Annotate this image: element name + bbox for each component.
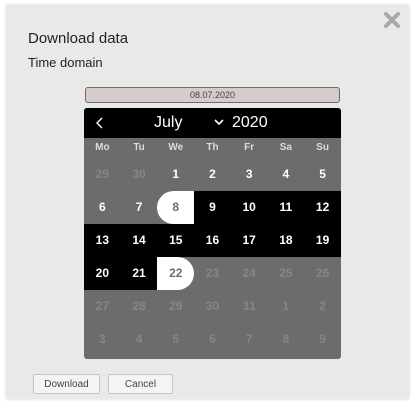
calendar-day[interactable]: 15 xyxy=(157,224,194,257)
chevron-down-icon[interactable] xyxy=(214,118,224,126)
calendar-week-row: 29 30 1 2 3 4 5 xyxy=(84,158,341,191)
calendar-week-row: 3456789 xyxy=(84,323,341,356)
calendar-day[interactable]: 1 xyxy=(157,158,194,191)
calendar-day[interactable]: 29 xyxy=(157,290,194,323)
calendar-day[interactable]: 3 xyxy=(84,323,121,356)
download-button[interactable]: Download xyxy=(33,374,100,394)
calendar-day[interactable]: 26 xyxy=(304,257,341,290)
calendar-day[interactable]: 4 xyxy=(268,158,305,191)
calendar-header: July 2020 xyxy=(84,108,341,138)
calendar-day[interactable]: 16 xyxy=(194,224,231,257)
calendar-week-row: 20 21 22 23 24 25 26 xyxy=(84,257,341,290)
weekday-label: Sa xyxy=(279,142,292,153)
calendar-day[interactable]: 10 xyxy=(231,191,268,224)
calendar-day[interactable]: 2 xyxy=(194,158,231,191)
download-dialog: Download data Time domain July 2020 Mo T… xyxy=(6,5,409,399)
weekday-header: Mo Tu We Th Fr Sa Su xyxy=(84,138,341,158)
calendar-day[interactable]: 24 xyxy=(231,257,268,290)
calendar-day[interactable]: 30 xyxy=(194,290,231,323)
calendar-day[interactable]: 5 xyxy=(157,323,194,356)
calendar-day[interactable]: 30 xyxy=(121,158,158,191)
calendar-week-row: 13 14 15 16 17 18 19 xyxy=(84,224,341,257)
calendar-day[interactable]: 28 xyxy=(121,290,158,323)
calendar-day[interactable]: 9 xyxy=(304,323,341,356)
close-icon[interactable] xyxy=(383,11,401,29)
calendar-day[interactable]: 21 xyxy=(121,257,158,290)
calendar-day[interactable]: 23 xyxy=(194,257,231,290)
weekday-label: Th xyxy=(206,142,219,153)
calendar-day[interactable]: 5 xyxy=(304,158,341,191)
calendar-day[interactable]: 12 xyxy=(304,191,341,224)
calendar-day[interactable]: 4 xyxy=(121,323,158,356)
weekday-label: We xyxy=(168,142,184,153)
calendar-day[interactable]: 3 xyxy=(231,158,268,191)
weekday-label: Fr xyxy=(244,142,255,153)
calendar-day[interactable]: 7 xyxy=(121,191,158,224)
weekday-label: Mo xyxy=(95,142,110,153)
calendar-day[interactable]: 17 xyxy=(231,224,268,257)
year-input[interactable]: 2020 xyxy=(232,112,268,134)
day-grid: 29 30 1 2 3 4 5 6 7 8 9 10 11 12 13 14 15 16 17 18 19 20 21 22 2… xyxy=(84,158,341,356)
calendar-day[interactable]: 29 xyxy=(84,158,121,191)
cancel-button[interactable]: Cancel xyxy=(108,374,173,394)
calendar-day[interactable]: 2 xyxy=(304,290,341,323)
weekday-label: Tu xyxy=(133,142,145,153)
calendar-day[interactable]: 11 xyxy=(268,191,305,224)
calendar-day[interactable]: 13 xyxy=(84,224,121,257)
calendar-day[interactable]: 20 xyxy=(84,257,121,290)
calendar-day[interactable]: 18 xyxy=(268,224,305,257)
calendar-day[interactable]: 9 xyxy=(194,191,231,224)
calendar-day[interactable]: 25 xyxy=(268,257,305,290)
calendar-day[interactable]: 14 xyxy=(121,224,158,257)
calendar-day[interactable]: 31 xyxy=(231,290,268,323)
dialog-title: Download data xyxy=(28,30,129,47)
calendar-day[interactable]: 19 xyxy=(304,224,341,257)
weekday-label: Su xyxy=(316,142,329,153)
calendar-day[interactable]: 7 xyxy=(231,323,268,356)
page: Download data Time domain July 2020 Mo T… xyxy=(0,0,414,405)
calendar-day[interactable]: 22 xyxy=(157,257,195,290)
calendar-popup: July 2020 Mo Tu We Th Fr Sa Su 29 30 1 2 3 4 5… xyxy=(84,108,341,359)
calendar-day[interactable]: 8 xyxy=(157,191,195,224)
time-domain-label: Time domain xyxy=(28,55,103,70)
calendar-day[interactable]: 1 xyxy=(268,290,305,323)
calendar-week-row: 6 7 8 9 10 11 12 xyxy=(84,191,341,224)
month-select[interactable]: July xyxy=(154,112,182,134)
calendar-day[interactable]: 8 xyxy=(268,323,305,356)
chevron-left-icon[interactable] xyxy=(90,113,110,133)
date-range-input[interactable] xyxy=(85,87,340,103)
calendar-day[interactable]: 6 xyxy=(84,191,121,224)
calendar-day[interactable]: 6 xyxy=(194,323,231,356)
calendar-day[interactable]: 27 xyxy=(84,290,121,323)
calendar-week-row: 27 28 29 30 31 1 2 xyxy=(84,290,341,323)
